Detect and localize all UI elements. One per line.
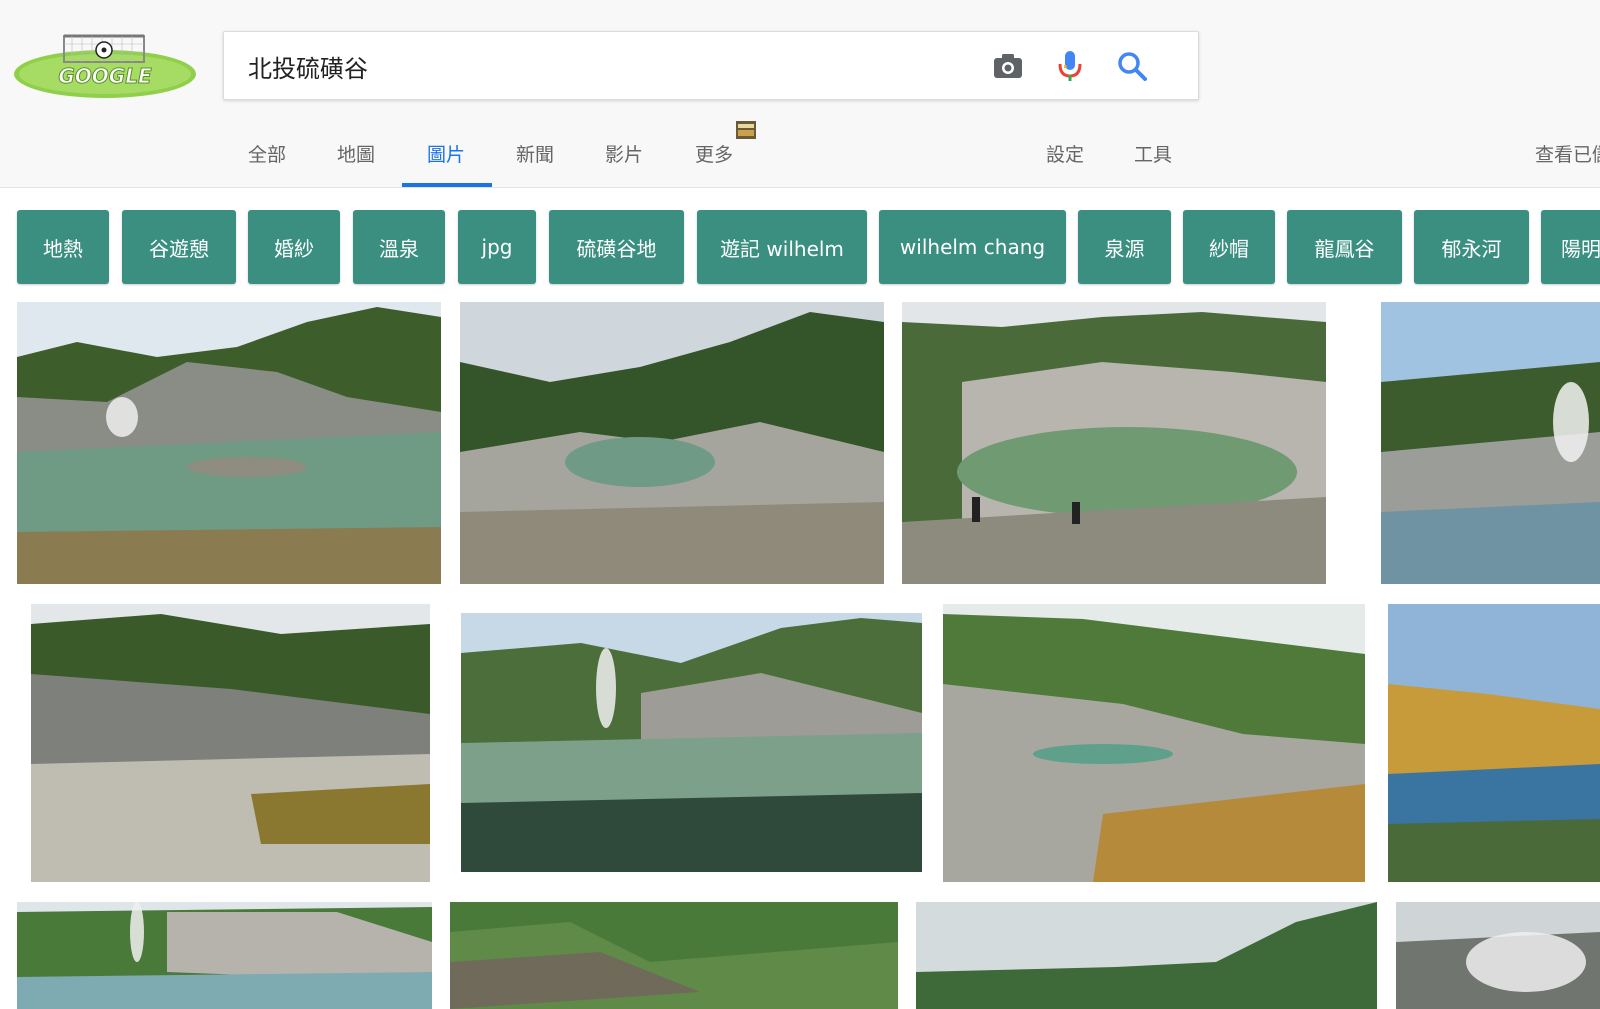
google-doodle-logo[interactable]: GOOGLE — [12, 30, 198, 100]
image-result[interactable] — [1381, 302, 1600, 584]
tab-tools[interactable]: 工具 — [1134, 140, 1172, 167]
search-tabs: 全部 地圖 圖片 新聞 影片 更多 設定 工具 查看已儲 — [0, 118, 1600, 188]
active-tab-indicator — [402, 183, 492, 187]
tab-settings[interactable]: 設定 — [1046, 140, 1084, 167]
image-result[interactable] — [943, 604, 1365, 882]
image-result[interactable] — [17, 902, 432, 1009]
related-chips: 地熱 谷遊憩 婚紗 溫泉 jpg 硫磺谷地 遊記 wilhelm wilhelm… — [0, 210, 1600, 286]
tab-images[interactable]: 圖片 — [427, 140, 465, 167]
search-input[interactable] — [248, 42, 948, 90]
chip[interactable]: 地熱 — [17, 210, 109, 284]
tab-maps[interactable]: 地圖 — [337, 140, 375, 167]
chip[interactable]: 婚紗 — [248, 210, 340, 284]
tab-news[interactable]: 新聞 — [516, 140, 554, 167]
chip[interactable]: 硫磺谷地 — [549, 210, 684, 284]
image-result[interactable] — [916, 902, 1377, 1009]
chip[interactable]: 泉源 — [1078, 210, 1171, 284]
header: GOOGLE 北投硫磺谷 全部 地圖 圖片 新聞 影片 更多 設定 工具 查看已 — [0, 0, 1600, 188]
image-result[interactable] — [1388, 604, 1600, 882]
image-result[interactable] — [1396, 902, 1600, 1009]
logo-text: GOOGLE — [58, 64, 152, 88]
image-result[interactable] — [461, 613, 922, 872]
chip[interactable]: 谷遊憩 — [122, 210, 236, 284]
image-result[interactable] — [460, 302, 884, 584]
image-result[interactable] — [450, 902, 898, 1009]
microphone-icon[interactable] — [1052, 48, 1088, 84]
image-result[interactable] — [902, 302, 1326, 584]
chip[interactable]: wilhelm chang — [879, 210, 1066, 284]
more-badge-icon — [735, 120, 757, 140]
image-result[interactable] — [17, 302, 441, 584]
camera-icon[interactable] — [990, 48, 1026, 84]
tab-all[interactable]: 全部 — [248, 140, 286, 167]
tab-more[interactable]: 更多 — [695, 140, 733, 167]
chip[interactable]: 郁永河 — [1414, 210, 1529, 284]
search-icon[interactable] — [1114, 48, 1150, 84]
tab-saved[interactable]: 查看已儲 — [1535, 140, 1600, 167]
image-result[interactable] — [31, 604, 430, 882]
chip[interactable]: 龍鳳谷 — [1287, 210, 1402, 284]
chip[interactable]: 陽明 — [1541, 210, 1600, 284]
chip[interactable]: jpg — [458, 210, 536, 284]
chip[interactable]: 紗帽 — [1183, 210, 1275, 284]
tab-videos[interactable]: 影片 — [605, 140, 643, 167]
chip[interactable]: 溫泉 — [353, 210, 445, 284]
chip[interactable]: 遊記 wilhelm — [697, 210, 867, 284]
search-box — [223, 31, 1199, 100]
